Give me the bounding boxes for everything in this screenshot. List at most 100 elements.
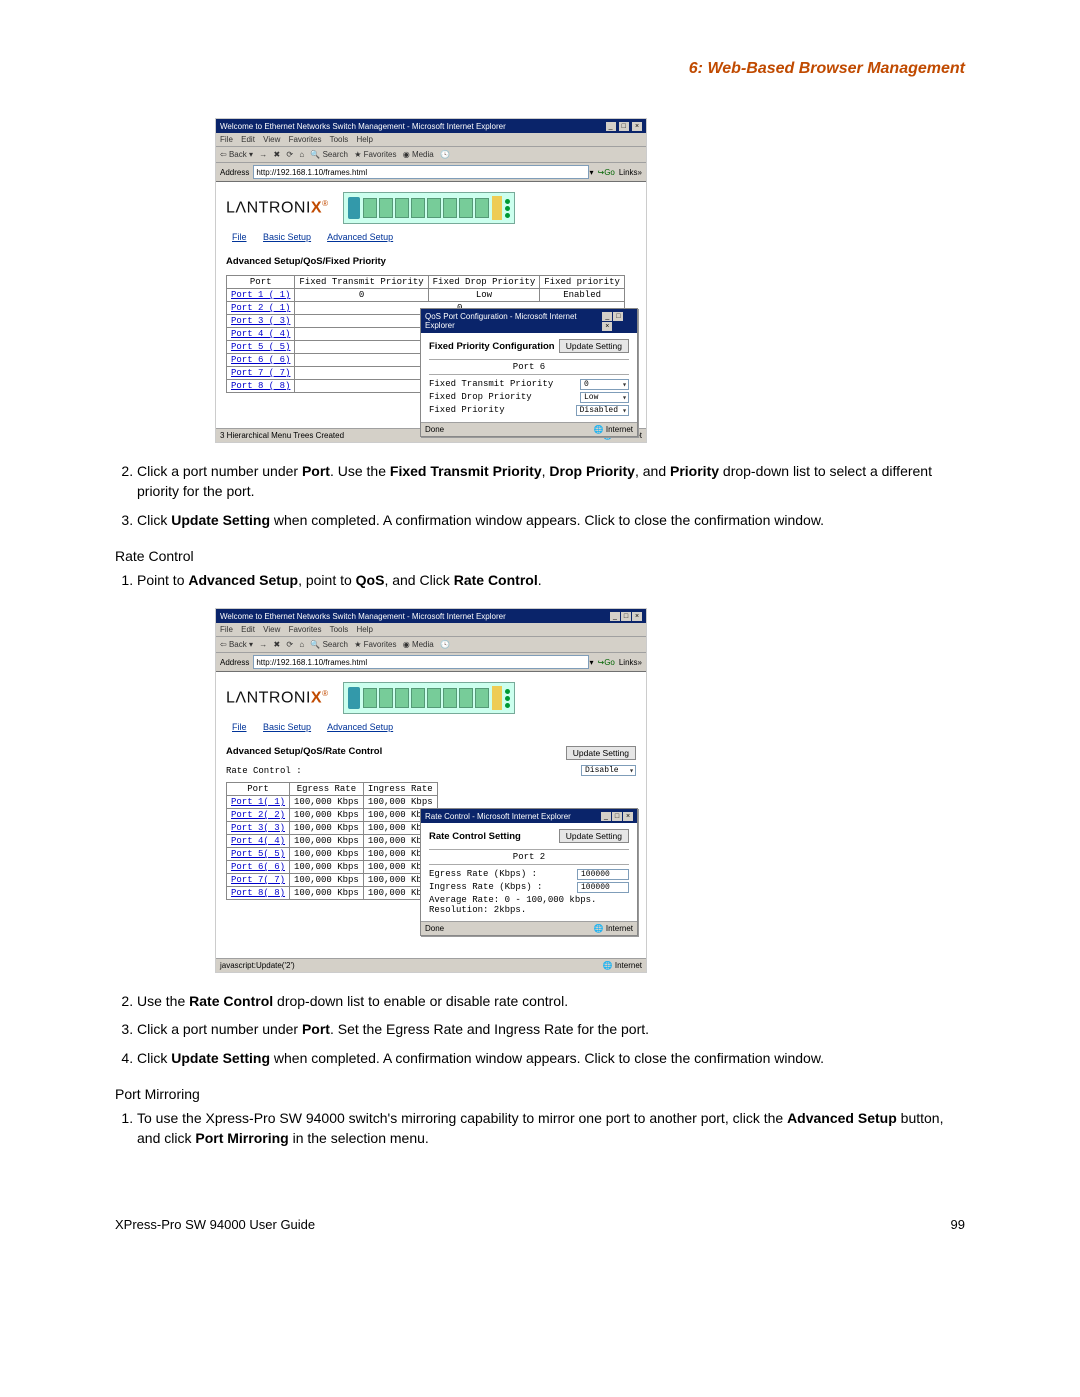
nav-file[interactable]: File <box>232 232 247 242</box>
nav-advanced-setup[interactable]: Advanced Setup <box>327 722 393 732</box>
back-button[interactable]: ⇦ Back ▾ <box>220 150 253 159</box>
rate-control-select[interactable]: Disable <box>581 765 636 776</box>
home-icon[interactable]: ⌂ <box>299 640 304 649</box>
port-link[interactable]: Port 2 ( 1) <box>231 303 290 313</box>
switch-graphic <box>343 682 515 714</box>
maximize-icon[interactable]: □ <box>613 312 623 321</box>
nav-file[interactable]: File <box>232 722 247 732</box>
search-label: Search <box>323 640 348 649</box>
port-link[interactable]: Port 6( 6) <box>231 862 285 872</box>
steps-list: Click a port number under Port. Use the … <box>115 461 965 530</box>
menu-tools[interactable]: Tools <box>330 625 349 634</box>
stop-icon[interactable]: ✖ <box>273 640 280 649</box>
port-link[interactable]: Port 5( 5) <box>231 849 285 859</box>
update-setting-button[interactable]: Update Setting <box>566 746 636 760</box>
update-setting-button[interactable]: Update Setting <box>559 339 629 353</box>
favorites-button[interactable]: ★ Favorites <box>354 640 396 649</box>
port-link[interactable]: Port 7( 7) <box>231 875 285 885</box>
menu-favorites[interactable]: Favorites <box>289 625 322 634</box>
forward-button[interactable]: → <box>259 150 267 159</box>
zone-label: Internet <box>615 961 642 970</box>
search-button[interactable]: 🔍 Search <box>310 640 348 649</box>
close-icon[interactable]: × <box>632 612 642 621</box>
menu-help[interactable]: Help <box>357 625 373 634</box>
address-dropdown-icon[interactable]: ▾ <box>589 168 593 177</box>
address-input[interactable] <box>253 655 589 669</box>
egress-label: Egress Rate (Kbps) : <box>429 869 537 880</box>
port-link[interactable]: Port 3( 3) <box>231 823 285 833</box>
history-icon[interactable]: 🕓 <box>440 640 450 649</box>
cell: Enabled <box>540 289 625 302</box>
menu-tools[interactable]: Tools <box>330 135 349 144</box>
go-button[interactable]: ↪Go <box>597 658 614 667</box>
maximize-icon[interactable]: □ <box>612 812 622 821</box>
media-button[interactable]: ◉ Media <box>403 150 434 159</box>
menu-help[interactable]: Help <box>357 135 373 144</box>
cell: 100,000 Kbps <box>290 887 364 900</box>
port-link[interactable]: Port 4( 4) <box>231 836 285 846</box>
close-icon[interactable]: × <box>602 322 612 331</box>
minimize-icon[interactable]: _ <box>606 122 616 131</box>
maximize-icon[interactable]: □ <box>621 612 631 621</box>
menu-file[interactable]: File <box>220 135 233 144</box>
links-chevron-icon: » <box>638 658 642 667</box>
refresh-icon[interactable]: ⟳ <box>286 150 293 159</box>
qos-port-config-popup: QoS Port Configuration - Microsoft Inter… <box>420 308 638 437</box>
menu-view[interactable]: View <box>263 625 280 634</box>
home-icon[interactable]: ⌂ <box>299 150 304 159</box>
bold: Rate Control <box>454 572 538 588</box>
address-input[interactable] <box>253 165 589 179</box>
go-button[interactable]: ↪Go <box>597 168 614 177</box>
favorites-button[interactable]: ★ Favorites <box>354 150 396 159</box>
menu-file[interactable]: File <box>220 625 233 634</box>
lantronix-logo: LΛNTRONIX® <box>226 689 329 707</box>
media-button[interactable]: ◉ Media <box>403 640 434 649</box>
cell: 100,000 Kbps <box>290 835 364 848</box>
port-link[interactable]: Port 3 ( 3) <box>231 316 290 326</box>
popup-titlebar: Rate Control - Microsoft Internet Explor… <box>421 809 637 823</box>
menu-edit[interactable]: Edit <box>241 625 255 634</box>
text: . Use the <box>330 463 390 479</box>
ingress-input[interactable]: 100000 <box>577 882 629 893</box>
search-button[interactable]: 🔍 Search <box>310 150 348 159</box>
egress-input[interactable]: 100000 <box>577 869 629 880</box>
port-link[interactable]: Port 1( 1) <box>231 797 285 807</box>
bold: Priority <box>670 463 719 479</box>
fp-select[interactable]: Disabled <box>576 405 629 416</box>
minimize-icon[interactable]: _ <box>601 812 611 821</box>
port-link[interactable]: Port 5 ( 5) <box>231 342 290 352</box>
menu-edit[interactable]: Edit <box>241 135 255 144</box>
menu-favorites[interactable]: Favorites <box>289 135 322 144</box>
status-zone: 🌐 Internet <box>594 924 633 933</box>
port-link[interactable]: Port 6 ( 6) <box>231 355 290 365</box>
port-link[interactable]: Port 2( 2) <box>231 810 285 820</box>
port-link[interactable]: Port 4 ( 4) <box>231 329 290 339</box>
minimize-icon[interactable]: _ <box>602 312 612 321</box>
port-link[interactable]: Port 8( 8) <box>231 888 285 898</box>
close-icon[interactable]: × <box>623 812 633 821</box>
nav-advanced-setup[interactable]: Advanced Setup <box>327 232 393 242</box>
links-label[interactable]: Links <box>619 168 638 177</box>
forward-button[interactable]: → <box>259 640 267 649</box>
media-label: Media <box>412 640 434 649</box>
minimize-icon[interactable]: _ <box>610 612 620 621</box>
links-label[interactable]: Links <box>619 658 638 667</box>
stop-icon[interactable]: ✖ <box>273 150 280 159</box>
menu-view[interactable]: View <box>263 135 280 144</box>
nav-basic-setup[interactable]: Basic Setup <box>263 232 311 242</box>
refresh-icon[interactable]: ⟳ <box>286 640 293 649</box>
ftp-select[interactable]: 0 <box>580 379 629 390</box>
nav-basic-setup[interactable]: Basic Setup <box>263 722 311 732</box>
address-dropdown-icon[interactable]: ▾ <box>589 658 593 667</box>
maximize-icon[interactable]: □ <box>619 122 629 131</box>
port-link[interactable]: Port 7 ( 7) <box>231 368 290 378</box>
fdp-select[interactable]: Low <box>580 392 629 403</box>
back-button[interactable]: ⇦ Back ▾ <box>220 640 253 649</box>
port-link[interactable]: Port 8 ( 8) <box>231 381 290 391</box>
history-icon[interactable]: 🕓 <box>440 150 450 159</box>
popup-statusbar: Done 🌐 Internet <box>421 422 637 436</box>
port-link[interactable]: Port 1 ( 1) <box>231 290 290 300</box>
close-icon[interactable]: × <box>632 122 642 131</box>
search-label: Search <box>323 150 348 159</box>
update-setting-button[interactable]: Update Setting <box>559 829 629 843</box>
